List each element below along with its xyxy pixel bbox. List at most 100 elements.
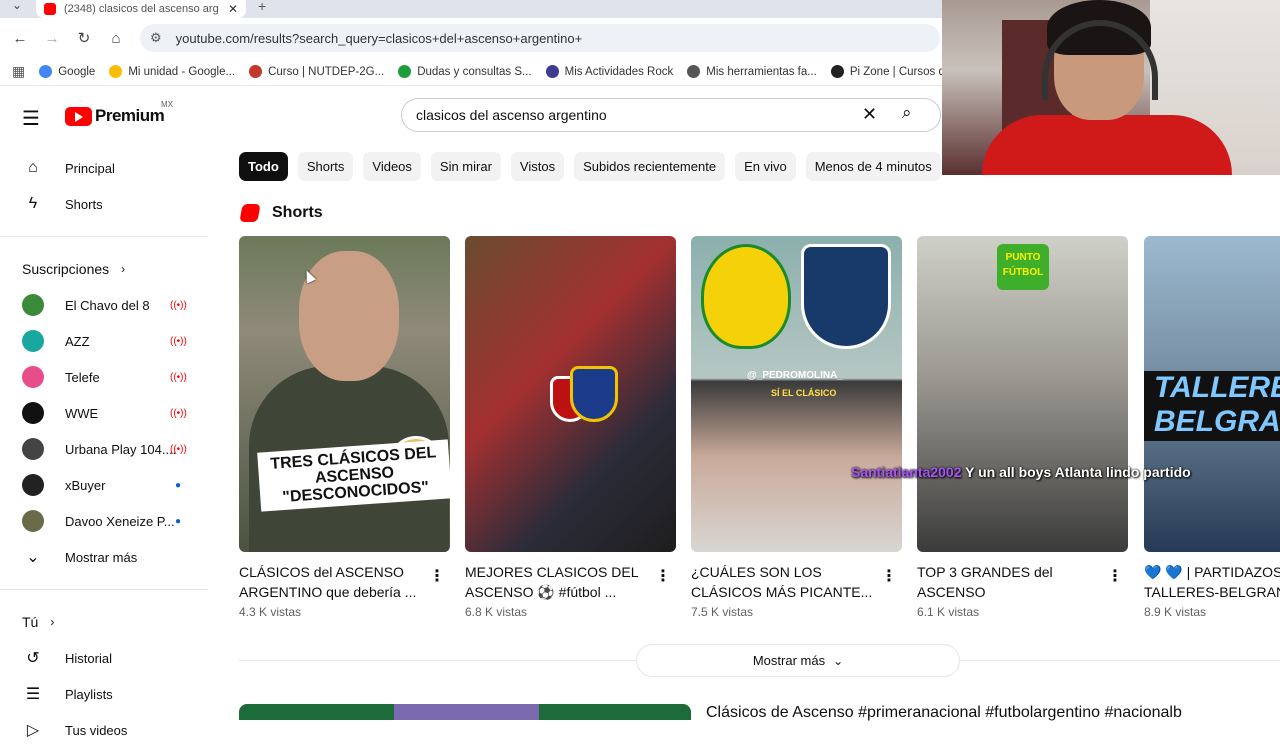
avatar xyxy=(22,474,44,496)
sidebar-item-playlists[interactable]: ☰ Playlists xyxy=(0,676,210,712)
sidebar-item-label: Davoo Xeneize P... xyxy=(65,513,175,529)
url-text: youtube.com/results?search_query=clasico… xyxy=(175,30,583,46)
sidebar-item-label: Urbana Play 104.... xyxy=(65,441,177,457)
short-card[interactable]: TALLERES BELGRANO 💙 💙 | PARTIDAZOS: TALL… xyxy=(1144,236,1280,619)
sidebar-sub-urbana[interactable]: Urbana Play 104.... ((•)) xyxy=(0,431,210,467)
browser-tab[interactable]: (2348) clasicos del ascenso arg ✕ xyxy=(36,0,246,18)
browser-tab-strip: ⌄ (2348) clasicos del ascenso arg ✕ + xyxy=(0,0,942,18)
chip-menos-4[interactable]: Menos de 4 minutos xyxy=(805,152,941,181)
apps-grid-icon[interactable]: ▦ xyxy=(12,63,25,80)
chevron-right-icon: › xyxy=(121,262,126,276)
bookmark-google[interactable]: Google xyxy=(39,65,95,78)
show-more-shorts-button[interactable]: Mostrar más ⌄ xyxy=(636,644,960,677)
sidebar-sub-azz[interactable]: AZZ ((•)) xyxy=(0,323,210,359)
avatar xyxy=(22,402,44,424)
playlists-icon: ☰ xyxy=(25,686,41,703)
short-card[interactable]: PUNTO FÚTBOL TOP 3 GRANDES del ASCENSO 6… xyxy=(917,236,1128,619)
sidebar-item-shorts[interactable]: ϟ Shorts xyxy=(0,186,210,222)
short-title[interactable]: 💙 💙 | PARTIDAZOS: TALLERES-BELGRANO xyxy=(1144,562,1280,602)
chip-videos[interactable]: Videos xyxy=(363,152,421,181)
short-views: 6.8 K vistas xyxy=(465,605,528,619)
sidebar-you-heading[interactable]: Tú › xyxy=(0,604,210,640)
stream-chat-overlay: Santiatlanta2002 Y un all boys Atlanta l… xyxy=(851,464,1191,480)
close-tab-icon[interactable]: ✕ xyxy=(228,2,238,16)
short-title[interactable]: TOP 3 GRANDES del ASCENSO xyxy=(917,562,1102,602)
more-options-icon[interactable]: ⋮ xyxy=(1107,566,1123,586)
herramientas-icon xyxy=(687,65,701,78)
bookmark-label: Mi unidad - Google... xyxy=(128,65,236,78)
short-thumbnail[interactable] xyxy=(465,236,676,552)
sidebar: ⌂ Principal ϟ Shorts Suscripciones › El … xyxy=(0,150,210,748)
sidebar-sub-davoo[interactable]: Davoo Xeneize P... ● xyxy=(0,503,210,539)
bookmark-dudas[interactable]: Dudas y consultas S... xyxy=(398,65,532,78)
shorts-shelf: TRES CLÁSICOS DEL ASCENSO "DESCONOCIDOS"… xyxy=(239,236,1280,626)
sidebar-sub-wwe[interactable]: WWE ((•)) xyxy=(0,395,210,431)
short-card[interactable]: @_PEDROMOLINA_ SÍ EL CLÁSICO ¿CUÁLES SON… xyxy=(691,236,902,619)
bookmarks-bar: ▦ Google Mi unidad - Google... Curso | N… xyxy=(0,58,961,86)
short-title[interactable]: CLÁSICOS del ASCENSO ARGENTINO que deber… xyxy=(239,562,424,602)
menu-icon[interactable]: ☰ xyxy=(22,106,40,131)
bookmark-curso[interactable]: Curso | NUTDEP-2G... xyxy=(249,65,384,78)
short-card[interactable]: MEJORES CLASICOS DEL ASCENSO ⚽ #fútbol .… xyxy=(465,236,676,619)
sidebar-item-tus-videos[interactable]: ▷ Tus videos xyxy=(0,712,210,748)
sidebar-subscriptions-heading[interactable]: Suscripciones › xyxy=(0,251,210,287)
more-options-icon[interactable]: ⋮ xyxy=(881,566,897,586)
short-thumbnail[interactable]: @_PEDROMOLINA_ SÍ EL CLÁSICO xyxy=(691,236,902,552)
thumb-banner: TALLERES BELGRANO xyxy=(1144,371,1280,441)
short-title[interactable]: ¿CUÁLES SON LOS CLÁSICOS MÁS PICANTE... xyxy=(691,562,876,602)
youtube-premium-logo[interactable]: Premium MX xyxy=(65,100,173,126)
short-thumbnail[interactable]: TRES CLÁSICOS DEL ASCENSO "DESCONOCIDOS" xyxy=(239,236,450,552)
url-field[interactable]: ⚙ youtube.com/results?search_query=clasi… xyxy=(140,24,940,52)
chip-shorts[interactable]: Shorts xyxy=(297,152,354,181)
back-icon[interactable]: ← xyxy=(8,26,32,50)
short-card[interactable]: TRES CLÁSICOS DEL ASCENSO "DESCONOCIDOS"… xyxy=(239,236,450,619)
club-badge-icon xyxy=(801,244,891,349)
bookmark-herramientas[interactable]: Mis herramientas fa... xyxy=(687,65,817,78)
bookmark-label: Curso | NUTDEP-2G... xyxy=(268,65,385,78)
video-title[interactable]: Clásicos de Ascenso #primeranacional #fu… xyxy=(706,704,1182,722)
youtube-play-icon xyxy=(65,106,92,126)
chip-subidos[interactable]: Subidos recientemente xyxy=(574,152,726,181)
youtube-header: ☰ Premium MX clasicos del ascenso argent… xyxy=(0,90,942,142)
chip-en-vivo[interactable]: En vivo xyxy=(735,152,796,181)
pizone-icon xyxy=(830,65,844,78)
search-value: clasicos del ascenso argentino xyxy=(416,107,607,123)
short-views: 6.1 K vistas xyxy=(917,605,980,619)
sidebar-divider xyxy=(0,236,208,237)
sidebar-item-principal[interactable]: ⌂ Principal xyxy=(0,150,210,186)
sidebar-show-more[interactable]: ⌄ Mostrar más xyxy=(0,539,210,575)
home-browser-icon[interactable]: ⌂ xyxy=(104,26,128,50)
tab-list-icon[interactable]: ⌄ xyxy=(12,0,22,12)
short-thumbnail[interactable]: TALLERES BELGRANO xyxy=(1144,236,1280,552)
webcam-shirt xyxy=(982,115,1232,175)
sidebar-item-historial[interactable]: ↺ Historial xyxy=(0,640,210,676)
short-title[interactable]: MEJORES CLASICOS DEL ASCENSO ⚽ #fútbol .… xyxy=(465,562,650,602)
chip-vistos[interactable]: Vistos xyxy=(510,152,565,181)
subscriptions-title: Suscripciones xyxy=(22,261,110,277)
forward-icon[interactable]: → xyxy=(40,26,64,50)
sidebar-divider xyxy=(0,589,208,590)
history-icon: ↺ xyxy=(26,650,40,667)
chip-todo[interactable]: Todo xyxy=(239,152,288,181)
search-input[interactable]: clasicos del ascenso argentino ✕ ⌕ xyxy=(401,98,941,132)
short-thumbnail[interactable]: PUNTO FÚTBOL xyxy=(917,236,1128,552)
google-icon xyxy=(39,65,53,78)
new-tab-icon[interactable]: + xyxy=(258,0,266,14)
sidebar-item-label: Principal xyxy=(65,160,115,176)
video-thumbnail[interactable] xyxy=(239,704,691,720)
reload-icon[interactable]: ↻ xyxy=(72,26,96,50)
search-icon[interactable]: ⌕ xyxy=(902,103,912,123)
more-options-icon[interactable]: ⋮ xyxy=(429,566,445,586)
sidebar-sub-xbuyer[interactable]: xBuyer ● xyxy=(0,467,210,503)
sidebar-item-label: El Chavo del 8 xyxy=(65,297,150,313)
shorts-section-title: Shorts xyxy=(272,204,323,221)
sidebar-sub-telefe[interactable]: Telefe ((•)) xyxy=(0,359,210,395)
chip-sin-mirar[interactable]: Sin mirar xyxy=(430,152,501,181)
more-options-icon[interactable]: ⋮ xyxy=(655,566,671,586)
bookmark-drive[interactable]: Mi unidad - Google... xyxy=(109,65,235,78)
clear-search-icon[interactable]: ✕ xyxy=(862,104,877,125)
thumb-handle: @_PEDROMOLINA_ xyxy=(747,370,843,381)
bookmark-actividades[interactable]: Mis Actividades Rock xyxy=(545,65,673,78)
sidebar-sub-chavo[interactable]: El Chavo del 8 ((•)) xyxy=(0,287,210,323)
site-info-icon[interactable]: ⚙ xyxy=(150,30,162,46)
